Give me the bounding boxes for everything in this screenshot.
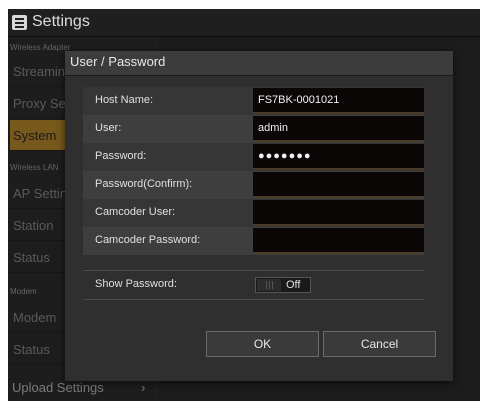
show-password-row: Show Password: Off <box>83 270 424 300</box>
form-row-user: User: admin <box>83 115 424 143</box>
top-bar: Settings <box>8 9 480 37</box>
hamburger-menu-icon[interactable] <box>12 15 27 30</box>
password-input[interactable]: ●●●●●●● <box>253 144 424 170</box>
toggle-state-label: Off <box>286 279 301 291</box>
ok-button[interactable]: OK <box>206 331 319 357</box>
toggle-grip-line <box>272 281 273 289</box>
field-label: Host Name: <box>95 94 154 106</box>
app-title: Settings <box>32 13 90 30</box>
cancel-button[interactable]: Cancel <box>323 331 436 357</box>
form-row-camcoder-password: Camcoder Password: <box>83 227 424 255</box>
camcoder-user-input[interactable] <box>253 200 424 226</box>
field-label: User: <box>95 122 122 134</box>
camcoder-password-input[interactable] <box>253 228 424 254</box>
dialog-title: User / Password <box>70 54 166 69</box>
field-label: Camcoder Password: <box>95 234 201 246</box>
toggle-grip-line <box>266 281 267 289</box>
form-row-password-confirm: Password(Confirm): <box>83 171 424 199</box>
settings-screen: Settings Wireless Adapter Streaming Prox… <box>8 9 480 401</box>
user-password-dialog: User / Password Host Name: FS7BK-0001021… <box>65 51 453 381</box>
user-input[interactable]: admin <box>253 116 424 142</box>
form-row-camcoder-user: Camcoder User: <box>83 199 424 227</box>
dialog-title-bar: User / Password <box>65 51 453 76</box>
field-label: Password(Confirm): <box>95 178 193 190</box>
form-row-host-name: Host Name: FS7BK-0001021 <box>83 87 424 115</box>
show-password-toggle[interactable]: Off <box>255 277 311 293</box>
show-password-label: Show Password: <box>95 278 177 290</box>
password-confirm-input[interactable] <box>253 172 424 198</box>
field-label: Camcoder User: <box>95 206 176 218</box>
toggle-grip-line <box>269 281 270 289</box>
field-label: Password: <box>95 150 147 162</box>
form-row-password: Password: ●●●●●●● <box>83 143 424 171</box>
host-name-input[interactable]: FS7BK-0001021 <box>253 88 424 114</box>
